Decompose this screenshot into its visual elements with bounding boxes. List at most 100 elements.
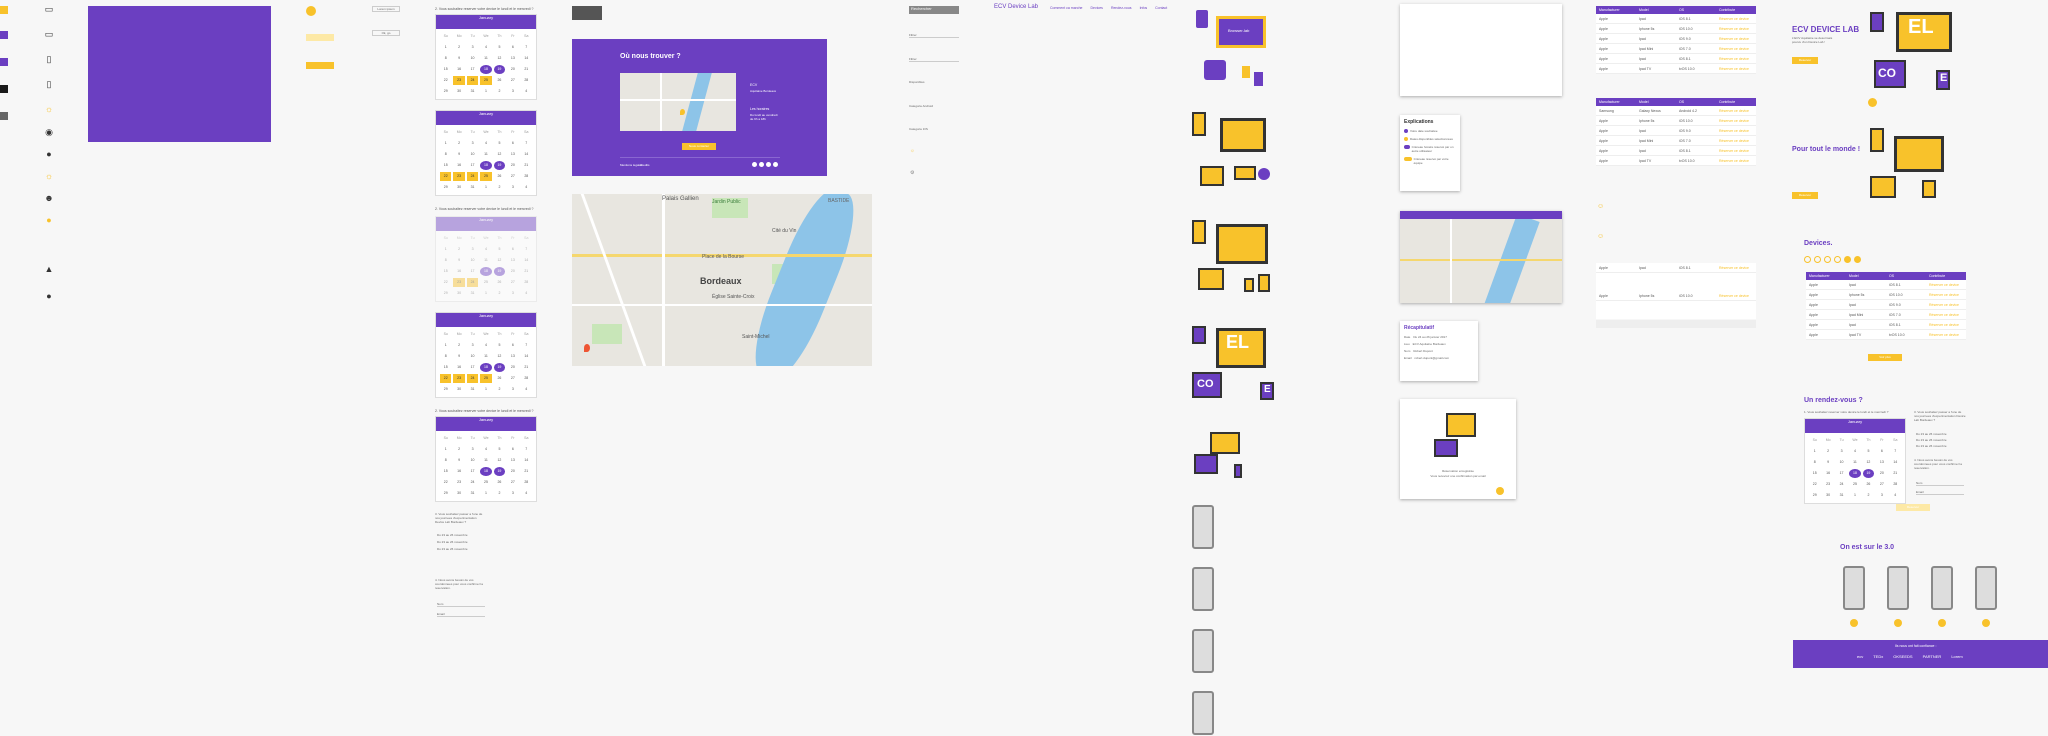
brand-logo[interactable]: ECV Device Lab bbox=[994, 4, 1038, 10]
calendar-day[interactable]: 7 bbox=[521, 341, 532, 350]
calendar-day[interactable]: 29 bbox=[440, 489, 451, 498]
nav-link[interactable]: Rendez-vous bbox=[1111, 6, 1132, 10]
calendar-day[interactable]: 10 bbox=[1836, 458, 1847, 467]
checkbox-option[interactable]: Du 23 au 26 novembre bbox=[437, 547, 468, 551]
contact-button[interactable]: Nous contacter bbox=[682, 143, 716, 150]
calendar-day[interactable]: 31 bbox=[467, 289, 478, 298]
close-button[interactable] bbox=[1496, 487, 1504, 495]
calendar-day[interactable]: 17 bbox=[467, 363, 478, 372]
nav-link[interactable]: Infos bbox=[1140, 6, 1148, 10]
reserve-link[interactable]: Réserver ce device bbox=[1716, 47, 1756, 51]
calendar-day[interactable]: 14 bbox=[521, 54, 532, 63]
calendar-day[interactable]: 10 bbox=[467, 54, 478, 63]
calendar-day[interactable]: 22 bbox=[1809, 480, 1820, 489]
calendar-day[interactable]: 24 bbox=[1836, 480, 1847, 489]
calendar-day[interactable]: 26 bbox=[494, 374, 505, 383]
calendar-day[interactable]: 5 bbox=[494, 43, 505, 52]
name-field[interactable]: Nom bbox=[1916, 481, 1964, 486]
calendar-day[interactable]: 8 bbox=[440, 256, 451, 265]
calendar-day[interactable]: 6 bbox=[507, 245, 518, 254]
calendar-day[interactable]: 13 bbox=[507, 256, 518, 265]
calendar-day[interactable]: 8 bbox=[1809, 458, 1820, 467]
reserve-link[interactable]: Réserver ce device bbox=[1926, 293, 1966, 297]
calendar-day[interactable]: 26 bbox=[494, 478, 505, 487]
calendar-day[interactable]: 3 bbox=[467, 341, 478, 350]
filter-label[interactable]: Categorie Android bbox=[909, 104, 933, 108]
calendar-day[interactable]: 13 bbox=[1876, 458, 1887, 467]
device-filter-icons[interactable] bbox=[1804, 256, 1861, 263]
calendar-day[interactable]: 7 bbox=[521, 445, 532, 454]
calendar-day[interactable]: 4 bbox=[521, 385, 532, 394]
calendar-day[interactable]: 3 bbox=[507, 489, 518, 498]
calendar-day[interactable]: 5 bbox=[494, 341, 505, 350]
reserve-link[interactable]: Réserver ce device bbox=[1716, 67, 1756, 71]
reserve-link[interactable]: Réserver ce device bbox=[1716, 129, 1756, 133]
name-field[interactable]: Nom bbox=[437, 602, 485, 607]
filter-label[interactable]: Categorie iOS bbox=[909, 127, 928, 131]
calendar-grid[interactable]: Su Mo Tu We Th Fr Sa 1 2 3 4 5 6 7 8 9 10 11 12 13 14 15 16 17 1… bbox=[436, 327, 536, 397]
calendar-day[interactable]: 28 bbox=[521, 478, 532, 487]
reserve-link[interactable]: Réserver ce device bbox=[1926, 313, 1966, 317]
calendar-day[interactable]: 26 bbox=[494, 278, 505, 287]
calendar-day[interactable]: 22 bbox=[440, 478, 451, 487]
calendar-day[interactable]: 11 bbox=[480, 352, 491, 361]
calendar-day[interactable]: 1 bbox=[440, 245, 451, 254]
calendar-day[interactable]: 21 bbox=[1890, 469, 1901, 478]
calendar-day[interactable]: 12 bbox=[494, 150, 505, 159]
checkbox-option[interactable]: Du 23 au 26 novembre bbox=[1916, 444, 1947, 448]
calendar-day[interactable]: 17 bbox=[467, 161, 478, 170]
calendar-day[interactable]: 9 bbox=[1822, 458, 1833, 467]
calendar-day[interactable]: 6 bbox=[507, 445, 518, 454]
calendar-day[interactable]: 30 bbox=[453, 385, 464, 394]
calendar-grid[interactable]: Su Mo Tu We Th Fr Sa 1 2 3 4 5 6 7 8 9 10 11 12 13 14 15 16 17 1… bbox=[1805, 433, 1905, 503]
calendar-day[interactable]: 28 bbox=[521, 76, 532, 85]
calendar-day[interactable]: 25 bbox=[1849, 480, 1860, 489]
calendar-day[interactable]: 13 bbox=[507, 54, 518, 63]
mini-map[interactable] bbox=[620, 73, 736, 131]
calendar-day[interactable]: 4 bbox=[521, 289, 532, 298]
calendar-day[interactable]: 22 bbox=[440, 172, 452, 181]
calendar[interactable]: January Su Mo Tu We Th Fr Sa 1 2 3 4 5 6 7 8 9 10 11 12 13 1… bbox=[435, 14, 537, 100]
calendar-day[interactable]: 15 bbox=[440, 363, 451, 372]
credits-link[interactable]: Credits bbox=[640, 163, 650, 167]
calendar-day[interactable]: 26 bbox=[494, 76, 505, 85]
calendar-day[interactable]: 4 bbox=[521, 183, 532, 192]
calendar-day[interactable]: 9 bbox=[453, 54, 464, 63]
calendar-day[interactable]: 19 bbox=[1862, 469, 1875, 478]
reserve-link[interactable]: Réserver ce device bbox=[1926, 323, 1966, 327]
calendar-day[interactable]: 15 bbox=[1809, 469, 1820, 478]
calendar-day[interactable]: 12 bbox=[494, 456, 505, 465]
calendar-day[interactable]: 3 bbox=[467, 139, 478, 148]
calendar-day[interactable]: 1 bbox=[440, 43, 451, 52]
calendar-day[interactable]: 31 bbox=[467, 489, 478, 498]
calendar-day[interactable]: 30 bbox=[453, 289, 464, 298]
calendar-day[interactable]: 4 bbox=[480, 341, 491, 350]
calendar-day[interactable]: 13 bbox=[507, 352, 518, 361]
calendar-day[interactable]: 30 bbox=[1822, 491, 1833, 500]
calendar-day[interactable]: 8 bbox=[440, 150, 451, 159]
nav-link[interactable]: Devices bbox=[1090, 6, 1102, 10]
calendar-day[interactable]: 9 bbox=[453, 352, 464, 361]
calendar-day[interactable]: 1 bbox=[440, 445, 451, 454]
calendar-day[interactable]: 2 bbox=[494, 183, 505, 192]
calendar-day[interactable]: 28 bbox=[521, 374, 532, 383]
calendar-day[interactable]: 25 bbox=[480, 76, 492, 85]
nav-link[interactable]: Contact bbox=[1155, 6, 1167, 10]
reserve-link[interactable]: Réserver ce device bbox=[1716, 17, 1756, 21]
calendar-day[interactable]: 23 bbox=[1822, 480, 1833, 489]
calendar-day[interactable]: 4 bbox=[1890, 491, 1901, 500]
calendar-day[interactable]: 18 bbox=[480, 161, 492, 170]
calendar-day[interactable]: 4 bbox=[521, 87, 532, 96]
calendar-day[interactable]: 5 bbox=[494, 445, 505, 454]
calendar-day[interactable]: 24 bbox=[466, 374, 479, 383]
checkbox-option[interactable]: Du 23 au 26 novembre bbox=[1916, 438, 1947, 442]
calendar-day[interactable]: 7 bbox=[1890, 447, 1901, 456]
calendar-day[interactable]: 23 bbox=[453, 172, 465, 181]
calendar-day[interactable]: 12 bbox=[1863, 458, 1874, 467]
calendar-day[interactable]: 31 bbox=[1836, 491, 1847, 500]
world-reserve-button[interactable]: Reserver bbox=[1792, 192, 1818, 199]
calendar[interactable]: January Su Mo Tu We Th Fr Sa 1 2 3 4 5 6 7 8 9 10 11 12 13 1… bbox=[435, 416, 537, 502]
calendar-day[interactable]: 30 bbox=[453, 87, 464, 96]
calendar-day[interactable]: 18 bbox=[480, 267, 492, 276]
checkbox-option[interactable]: Du 23 au 26 novembre bbox=[1916, 432, 1947, 436]
